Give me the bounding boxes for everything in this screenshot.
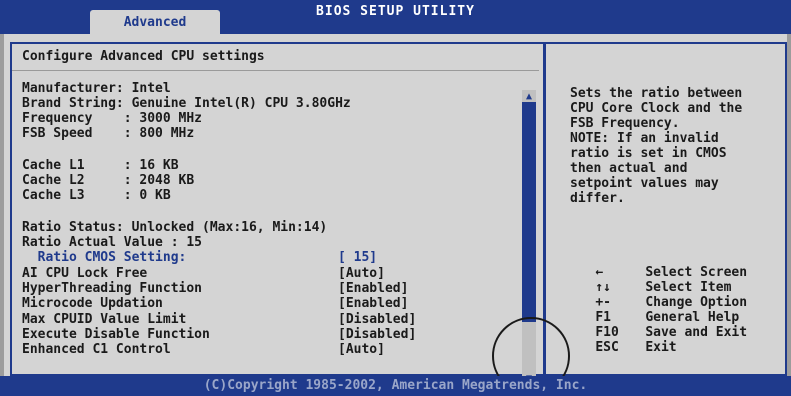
tab-advanced[interactable]: Advanced [90,10,220,34]
scroll-up-arrow-icon[interactable]: ▲ [522,90,536,102]
setting-ratio-cmos-label[interactable]: Ratio CMOS Setting: [22,250,187,265]
setting-execute-disable-label[interactable]: Execute Disable Function [22,327,210,342]
setting-ratio-cmos-value[interactable]: [ 15] [338,250,377,265]
info-brand-string: Brand String: Genuine Intel(R) CPU 3.80G… [22,96,351,111]
scrollbar-thumb[interactable] [522,102,536,322]
heading-divider [12,70,539,71]
key-exit: ESC Exit [595,340,677,355]
setting-enhanced-c1-label[interactable]: Enhanced C1 Control [22,342,171,357]
main-panel: Configure Advanced CPU settings Manufact… [4,34,787,395]
info-cache-l1: Cache L1 : 16 KB [22,158,179,173]
section-heading: Configure Advanced CPU settings [22,49,265,64]
setting-ai-cpu-lock-free-value[interactable]: [Auto] [338,266,385,281]
info-cache-l3: Cache L3 : 0 KB [22,188,171,203]
setting-ai-cpu-lock-free-label[interactable]: AI CPU Lock Free [22,266,147,281]
info-ratio-actual: Ratio Actual Value : 15 [22,235,203,250]
setting-hyperthreading-label[interactable]: HyperThreading Function [22,281,202,296]
info-frequency: Frequency : 3000 MHz [22,111,203,126]
setting-hyperthreading-value[interactable]: [Enabled] [338,281,408,296]
setting-max-cpuid-value[interactable]: [Disabled] [338,312,416,327]
info-ratio-status: Ratio Status: Unlocked (Max:16, Min:14) [22,220,328,235]
esc-key: ESC [595,340,619,355]
setting-max-cpuid-label[interactable]: Max CPUID Value Limit [22,312,186,327]
setting-microcode-updation-value[interactable]: [Enabled] [338,296,408,311]
title-bar: BIOS SETUP UTILITY Advanced [0,0,791,34]
info-manufacturer: Manufacturer: Intel [22,81,171,96]
info-fsb-speed: FSB Speed : 800 MHz [22,126,195,141]
setting-execute-disable-value[interactable]: [Disabled] [338,327,416,342]
info-cache-l2: Cache L2 : 2048 KB [22,173,195,188]
setting-microcode-updation-label[interactable]: Microcode Updation [22,296,163,311]
help-text: Sets the ratio between CPU Core Clock an… [570,86,743,206]
setting-enhanced-c1-value[interactable]: [Auto] [338,342,385,357]
copyright-footer: (C)Copyright 1985-2002, American Megatre… [0,376,791,396]
